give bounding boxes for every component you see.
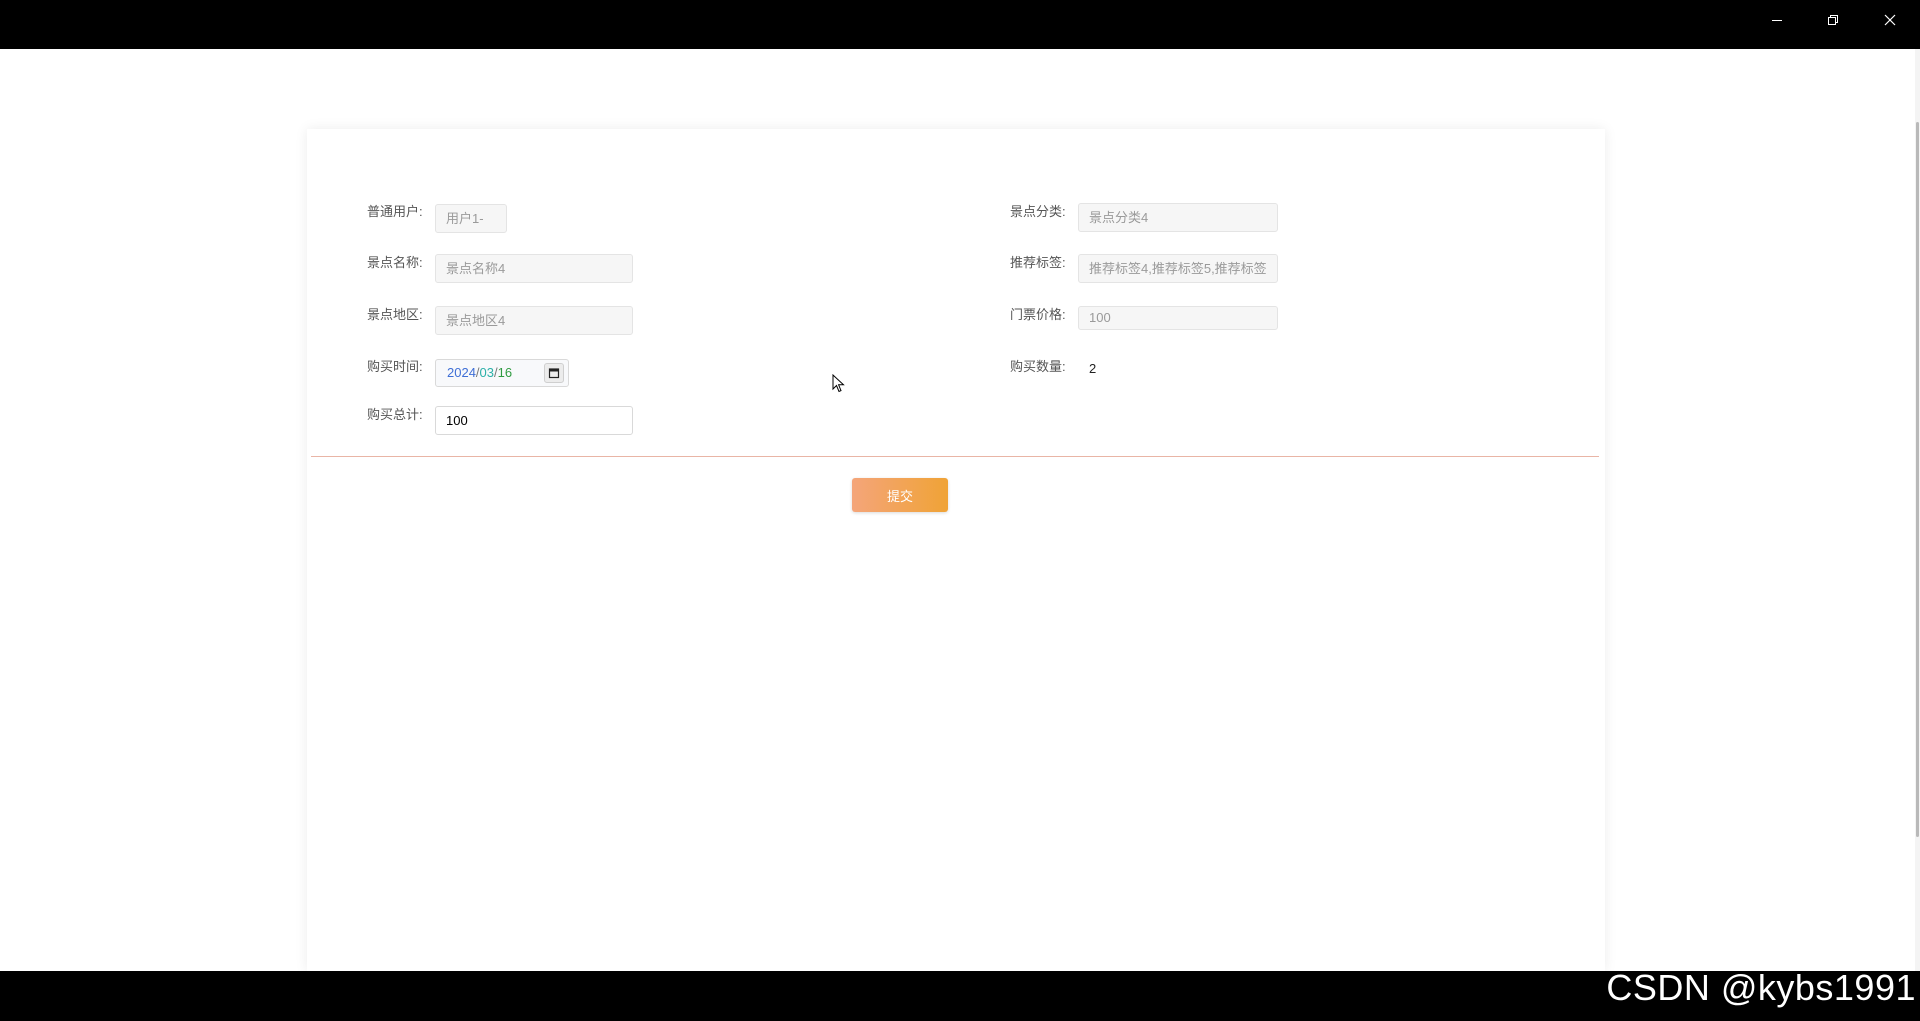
minimize-icon[interactable] — [1749, 0, 1805, 40]
close-icon[interactable] — [1862, 0, 1918, 40]
user-field[interactable]: 用户1- — [435, 204, 507, 233]
label-purchase-time: 购买时间: — [367, 359, 423, 374]
watermark-text: CSDN @kybs1991 — [1606, 967, 1916, 1008]
scenic-name-field[interactable]: 景点名称4 — [435, 254, 633, 283]
calendar-icon[interactable] — [544, 363, 564, 383]
label-recommend-tags: 推荐标签: — [1010, 255, 1066, 270]
label-scenic-region: 景点地区: — [367, 307, 423, 322]
window-titlebar — [0, 0, 1920, 49]
purchase-date-input[interactable]: 2024/03/16 — [435, 359, 569, 387]
date-day: 16 — [497, 365, 513, 380]
label-ticket-price: 门票价格: — [1010, 307, 1066, 322]
purchase-total-field[interactable]: 100 — [435, 406, 633, 435]
restore-icon[interactable] — [1805, 0, 1861, 40]
label-scenic-name: 景点名称: — [367, 255, 423, 270]
label-purchase-quantity: 购买数量: — [1010, 359, 1066, 374]
label-user: 普通用户: — [367, 204, 423, 219]
date-month: 03 — [479, 365, 495, 380]
scenic-region-field[interactable]: 景点地区4 — [435, 306, 633, 335]
scrollbar-thumb[interactable] — [1916, 122, 1919, 837]
date-year: 2024 — [447, 365, 476, 380]
label-purchase-total: 购买总计: — [367, 407, 423, 422]
recommend-tags-field[interactable]: 推荐标签4,推荐标签5,推荐标签 — [1078, 254, 1278, 283]
order-form-card: 普通用户: 用户1- 景点名称: 景点名称4 景点地区: 景点地区4 购买时间:… — [307, 129, 1605, 971]
ticket-price-field[interactable]: 100 — [1078, 306, 1278, 330]
form-divider — [311, 456, 1599, 457]
mouse-cursor-icon — [832, 374, 845, 393]
scenic-category-field[interactable]: 景点分类4 — [1078, 203, 1278, 232]
submit-button[interactable]: 提交 — [852, 478, 948, 512]
label-scenic-category: 景点分类: — [1010, 204, 1066, 219]
purchase-quantity-value: 2 — [1089, 361, 1097, 376]
